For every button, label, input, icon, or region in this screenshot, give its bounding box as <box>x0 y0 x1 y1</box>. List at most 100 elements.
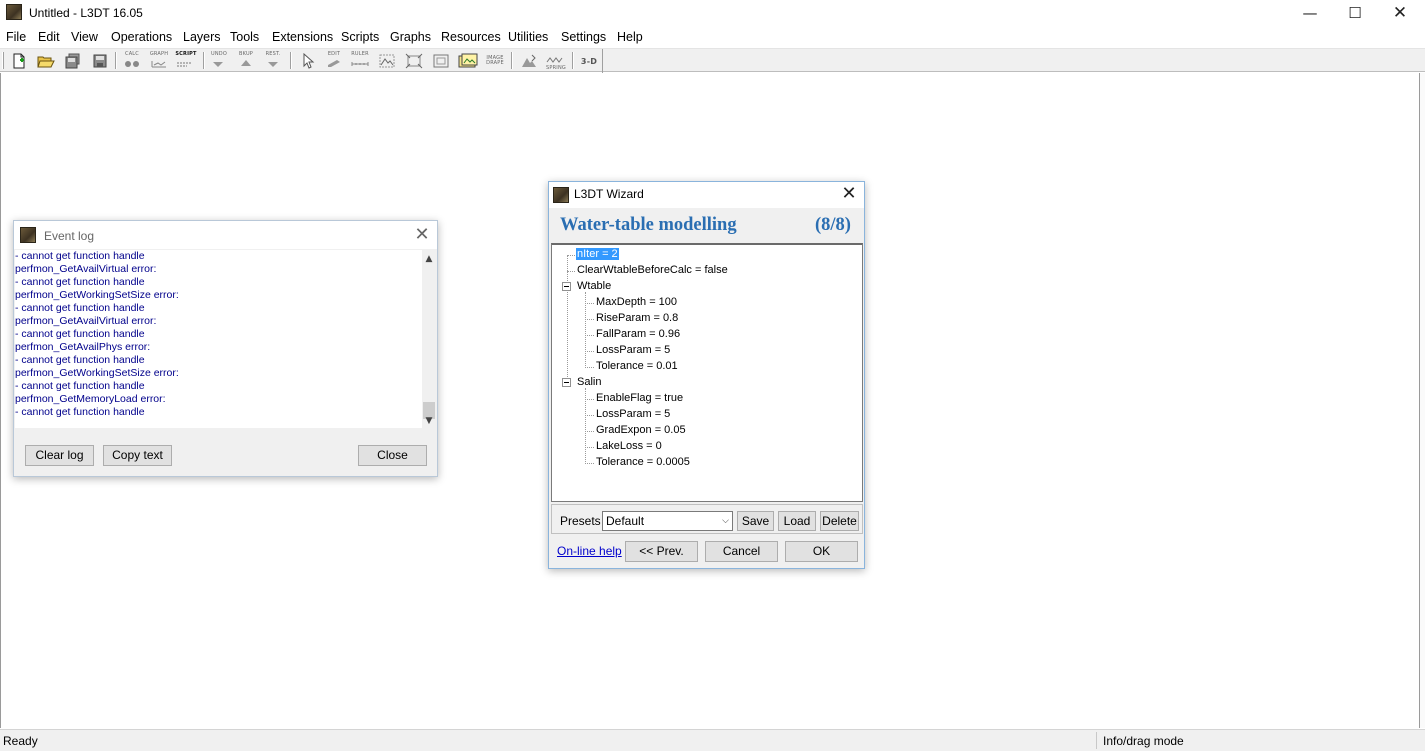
log-line: perfmon_GetMemoryLoad error: <box>15 393 166 405</box>
log-line: perfmon_GetWorkingSetSize error: <box>15 289 179 301</box>
collapse-icon[interactable] <box>562 282 571 291</box>
tree-node-enableflag[interactable]: EnableFlag = true <box>596 392 683 404</box>
event-log-scrollbar[interactable]: ▲ ▼ <box>422 250 436 428</box>
presets-dropdown[interactable]: Default ⌵ <box>602 511 733 531</box>
menu-scripts[interactable]: Scripts <box>341 30 379 44</box>
tree-line <box>585 303 594 304</box>
menu-view[interactable]: View <box>71 30 98 44</box>
tree-node-niter[interactable]: nIter = 2 <box>576 248 619 260</box>
menu-layers[interactable]: Layers <box>183 30 221 44</box>
tree-node-tolerance[interactable]: Tolerance = 0.0005 <box>596 456 690 468</box>
menu-file[interactable]: File <box>6 30 26 44</box>
wizard-title: L3DT Wizard <box>574 187 644 201</box>
restore-icon[interactable]: REST. <box>262 51 284 71</box>
menu-settings[interactable]: Settings <box>561 30 606 44</box>
menu-operations[interactable]: Operations <box>111 30 172 44</box>
tree-node-tolerance[interactable]: Tolerance = 0.01 <box>596 360 678 372</box>
collapse-icon[interactable] <box>562 378 571 387</box>
maximize-button[interactable]: ☐ <box>1332 0 1378 26</box>
presets-panel: Presets Default ⌵ Save Load Delete <box>551 504 863 534</box>
tree-node-salin[interactable]: Salin <box>577 376 601 388</box>
spring-icon[interactable]: SPRING <box>545 51 567 71</box>
menu-tools[interactable]: Tools <box>230 30 259 44</box>
tree-node-clear-wtable[interactable]: ClearWtableBeforeCalc = false <box>577 264 728 276</box>
pointer-icon[interactable] <box>297 51 319 71</box>
toolbar-end-divider <box>602 49 603 73</box>
3d-view-icon[interactable]: 3-D <box>578 51 600 71</box>
save-icon[interactable] <box>89 51 111 71</box>
copy-text-button[interactable]: Copy text <box>103 445 172 466</box>
tree-node-lossparam[interactable]: LossParam = 5 <box>596 408 670 420</box>
tree-line <box>585 431 594 432</box>
menu-utilities[interactable]: Utilities <box>508 30 548 44</box>
save-all-icon[interactable] <box>62 51 84 71</box>
tree-node-gradexpon[interactable]: GradExpon = 0.05 <box>596 424 686 436</box>
image-icon[interactable] <box>457 51 479 71</box>
cancel-button[interactable]: Cancel <box>705 541 778 562</box>
menu-help[interactable]: Help <box>617 30 643 44</box>
save-preset-button[interactable]: Save <box>737 511 774 531</box>
tree-node-lakeloss[interactable]: LakeLoss = 0 <box>596 440 662 452</box>
close-button[interactable]: Close <box>358 445 427 466</box>
scroll-down-icon[interactable]: ▼ <box>422 414 436 428</box>
settings-tree[interactable]: nIter = 2 ClearWtableBeforeCalc = false … <box>551 243 863 502</box>
clear-log-button[interactable]: Clear log <box>25 445 94 466</box>
tree-line <box>585 319 594 320</box>
graph-icon[interactable]: GRAPH <box>148 51 170 71</box>
log-line: - cannot get function handle <box>15 380 145 392</box>
delete-preset-button[interactable]: Delete <box>820 511 859 531</box>
online-help-link[interactable]: On-line help <box>557 544 622 558</box>
menu-extensions[interactable]: Extensions <box>272 30 333 44</box>
event-log-text[interactable]: - cannot get function handle perfmon_Get… <box>15 250 422 428</box>
log-line: - cannot get function handle <box>15 250 145 262</box>
log-line: - cannot get function handle <box>15 302 145 314</box>
close-icon[interactable]: ✕ <box>837 183 861 205</box>
image-drape-icon[interactable]: IMAGE DRAPE <box>484 51 506 71</box>
event-log-titlebar[interactable]: Event log ✕ <box>14 221 437 249</box>
edit-icon[interactable]: EDIT <box>323 51 345 71</box>
menu-graphs[interactable]: Graphs <box>390 30 431 44</box>
tree-node-riseparam[interactable]: RiseParam = 0.8 <box>596 312 678 324</box>
undo-icon[interactable]: UNDO <box>208 51 230 71</box>
tree-line <box>585 367 594 368</box>
calc-icon[interactable]: CALC <box>121 51 143 71</box>
zoom-extent-icon[interactable] <box>430 51 452 71</box>
tree-node-fallparam[interactable]: FallParam = 0.96 <box>596 328 680 340</box>
wizard-step-counter: (8/8) <box>815 215 851 235</box>
minimize-button[interactable]: — <box>1287 0 1333 26</box>
ok-button[interactable]: OK <box>785 541 858 562</box>
toolbar-grip[interactable] <box>2 52 4 69</box>
script-icon[interactable]: SCRIPT <box>175 51 197 71</box>
chevron-down-icon: ⌵ <box>722 516 729 526</box>
tree-node-wtable[interactable]: Wtable <box>577 280 611 292</box>
terrain-select-icon[interactable] <box>376 51 398 71</box>
ruler-icon[interactable]: RULER <box>349 51 371 71</box>
presets-selected: Default <box>606 514 645 528</box>
toolbar-separator <box>511 52 513 69</box>
toolbar-separator <box>115 52 117 69</box>
status-text: Ready <box>3 734 38 748</box>
new-file-icon[interactable] <box>8 51 30 71</box>
toolbar: CALC GRAPH SCRIPT UNDO BKUP REST. EDIT R… <box>0 48 1425 73</box>
tree-node-lossparam[interactable]: LossParam = 5 <box>596 344 670 356</box>
load-preset-button[interactable]: Load <box>778 511 816 531</box>
close-icon[interactable]: ✕ <box>410 224 434 246</box>
status-bar: Ready Info/drag mode <box>0 729 1425 751</box>
tree-line <box>567 255 568 383</box>
prev-button[interactable]: << Prev. <box>625 541 698 562</box>
scroll-up-icon[interactable]: ▲ <box>422 252 436 266</box>
wizard-heading: Water-table modelling <box>560 215 737 235</box>
tree-line <box>585 447 594 448</box>
toolbar-separator <box>203 52 205 69</box>
close-window-button[interactable]: ✕ <box>1377 0 1423 26</box>
menu-resources[interactable]: Resources <box>441 30 501 44</box>
backup-icon[interactable]: BKUP <box>235 51 257 71</box>
zoom-fit-icon[interactable] <box>403 51 425 71</box>
navigate-icon[interactable] <box>518 51 540 71</box>
tree-node-maxdepth[interactable]: MaxDepth = 100 <box>596 296 677 308</box>
log-line: - cannot get function handle <box>15 276 145 288</box>
wizard-titlebar[interactable]: L3DT Wizard ✕ <box>549 182 864 208</box>
open-folder-icon[interactable] <box>35 51 57 71</box>
event-log-title: Event log <box>44 229 95 243</box>
menu-edit[interactable]: Edit <box>38 30 60 44</box>
